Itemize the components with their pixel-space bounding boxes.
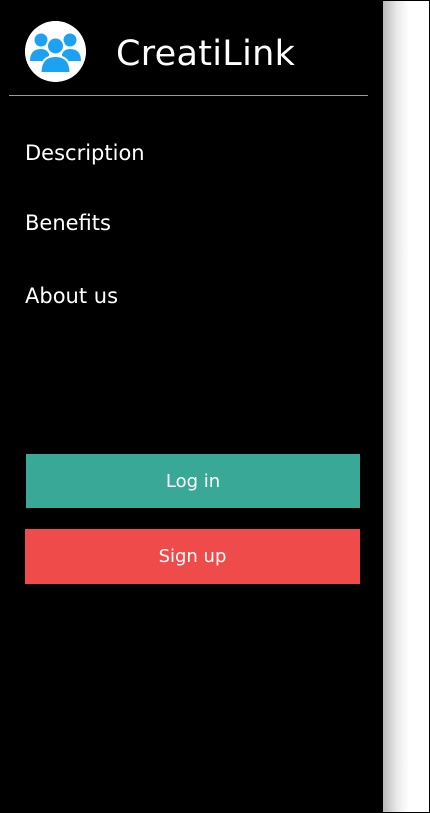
header-divider (9, 95, 368, 96)
nav-item-about-us[interactable]: About us (25, 283, 118, 309)
main-content-area[interactable] (383, 0, 430, 813)
users-group-icon[interactable] (25, 21, 86, 82)
brand-header: CreatiLink (0, 0, 383, 96)
nav-item-benefits[interactable]: Benefits (25, 210, 111, 236)
nav-item-description[interactable]: Description (25, 140, 145, 166)
navigation-drawer: CreatiLink Description Benefits About us… (0, 0, 383, 813)
signup-button-label: Sign up (158, 546, 227, 567)
login-button[interactable]: Log in (26, 454, 360, 508)
app-title: CreatiLink (116, 34, 296, 74)
page: CreatiLink Description Benefits About us… (0, 0, 430, 813)
login-button-label: Log in (165, 470, 221, 492)
signup-button[interactable]: Sign up (25, 529, 360, 584)
